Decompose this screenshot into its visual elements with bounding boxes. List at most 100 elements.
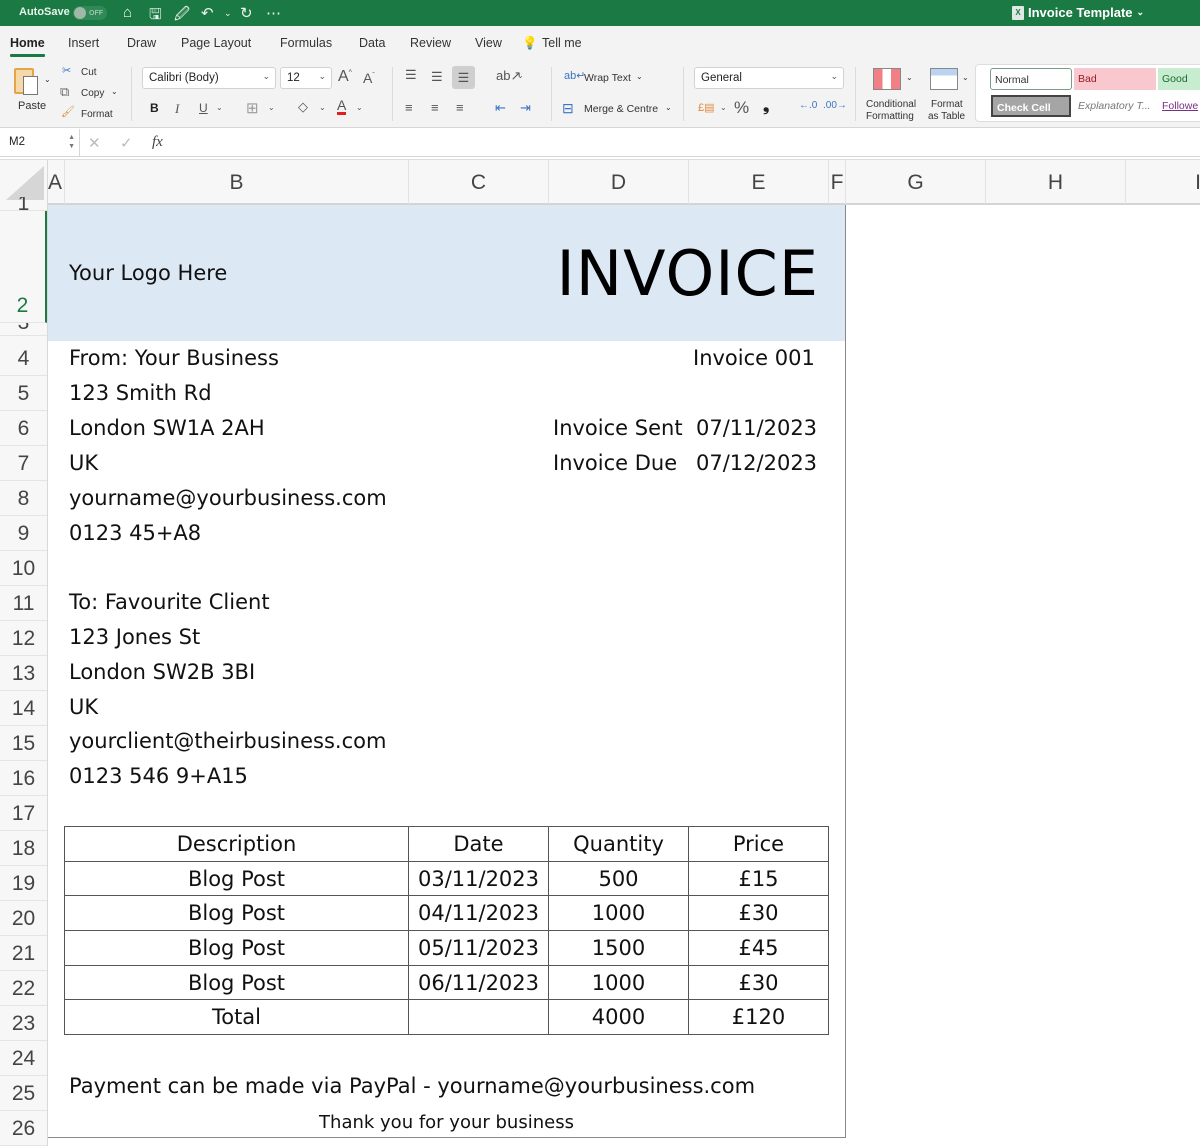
- tell-me-search[interactable]: Tell me: [542, 36, 582, 50]
- name-box[interactable]: M2 ▲ ▼: [0, 129, 80, 157]
- cell-price[interactable]: £30: [688, 895, 829, 932]
- bold-button[interactable]: B: [150, 101, 159, 115]
- cell-quantity[interactable]: 1500: [548, 930, 689, 966]
- tab-insert[interactable]: Insert: [68, 36, 99, 50]
- align-bottom-icon[interactable]: ☰: [452, 66, 475, 89]
- comma-style-button[interactable]: ❟: [763, 98, 769, 116]
- align-top-icon[interactable]: ☰: [405, 67, 417, 83]
- format-as-table-dropdown-icon[interactable]: ⌄: [962, 73, 969, 82]
- merge-centre-button[interactable]: Merge & Centre: [584, 103, 658, 115]
- accounting-dropdown-icon[interactable]: ⌄: [720, 103, 727, 112]
- wrap-text-button[interactable]: Wrap Text: [584, 72, 631, 84]
- row-header-3[interactable]: 3: [0, 323, 47, 336]
- row-header-23[interactable]: 23: [0, 1006, 47, 1041]
- format-as-table-icon[interactable]: [930, 68, 958, 90]
- style-normal[interactable]: Normal: [990, 68, 1072, 90]
- font-color-icon[interactable]: A: [337, 98, 347, 115]
- total-quantity[interactable]: 4000: [548, 999, 689, 1036]
- decrease-indent-icon[interactable]: ⇤: [495, 100, 506, 116]
- from-line-3[interactable]: London SW1A 2AH: [69, 416, 265, 440]
- payment-note[interactable]: Payment can be made via PayPal - yournam…: [69, 1074, 755, 1098]
- row-header-24[interactable]: 24: [0, 1041, 47, 1076]
- font-color-dropdown-icon[interactable]: ⌄: [356, 103, 363, 112]
- paste-button[interactable]: [14, 66, 44, 96]
- cell-description[interactable]: Blog Post: [64, 964, 409, 1001]
- increase-indent-icon[interactable]: ⇥: [520, 100, 531, 116]
- invoice-sent-date[interactable]: 07/11/2023: [696, 416, 817, 440]
- cell-description[interactable]: Blog Post: [64, 860, 409, 897]
- row-header-17[interactable]: 17: [0, 796, 47, 831]
- undo-dropdown-icon[interactable]: ⌄: [224, 8, 232, 19]
- total-date-empty[interactable]: [408, 999, 549, 1036]
- name-box-spinner-icon[interactable]: ▲ ▼: [68, 133, 75, 151]
- copy-button[interactable]: Copy: [81, 88, 104, 99]
- column-header-f[interactable]: F: [829, 160, 846, 204]
- column-header-e[interactable]: E: [689, 160, 829, 204]
- from-line-1[interactable]: From: Your Business: [69, 346, 279, 370]
- row-header-11[interactable]: 11: [0, 586, 47, 621]
- increase-decimal-icon[interactable]: ←.0: [799, 100, 817, 111]
- column-header-i[interactable]: I: [1126, 160, 1200, 204]
- style-followed-hyperlink[interactable]: Followe: [1158, 95, 1200, 117]
- row-header-18[interactable]: 18: [0, 831, 47, 866]
- to-line-6[interactable]: 0123 546 9+A15: [69, 764, 248, 788]
- from-line-5[interactable]: yourname@yourbusiness.com: [69, 486, 387, 510]
- italic-button[interactable]: I: [175, 101, 179, 117]
- total-price[interactable]: £120: [688, 999, 829, 1036]
- borders-dropdown-icon[interactable]: ⌄: [268, 103, 275, 112]
- tab-formulas[interactable]: Formulas: [280, 36, 332, 50]
- row-header-13[interactable]: 13: [0, 656, 47, 691]
- fill-color-icon[interactable]: ◇: [298, 99, 308, 115]
- style-bad[interactable]: Bad: [1074, 68, 1156, 90]
- align-middle-icon[interactable]: ☰: [431, 69, 443, 85]
- decrease-font-icon[interactable]: Aˇ: [363, 70, 375, 86]
- to-line-5[interactable]: yourclient@theirbusiness.com: [69, 729, 386, 753]
- decrease-decimal-icon[interactable]: .00→: [823, 100, 847, 111]
- header-date[interactable]: Date: [408, 826, 549, 862]
- row-header-5[interactable]: 5: [0, 376, 47, 411]
- column-header-g[interactable]: G: [846, 160, 986, 204]
- style-explanatory[interactable]: Explanatory T...: [1074, 95, 1156, 117]
- tab-data[interactable]: Data: [359, 36, 385, 50]
- format-painter-button[interactable]: Format: [81, 109, 113, 120]
- align-center-icon[interactable]: ≡: [431, 100, 439, 115]
- row-header-4[interactable]: 4: [0, 341, 47, 376]
- borders-icon[interactable]: ⊞: [246, 99, 259, 117]
- cell-quantity[interactable]: 1000: [548, 964, 689, 1001]
- to-line-3[interactable]: London SW2B 3BI: [69, 660, 255, 684]
- more-icon[interactable]: ⋯: [266, 4, 281, 22]
- underline-button[interactable]: U: [199, 101, 208, 115]
- cell-date[interactable]: 04/11/2023: [408, 895, 549, 932]
- paste-dropdown-icon[interactable]: ⌄: [44, 75, 51, 84]
- header-quantity[interactable]: Quantity: [548, 826, 689, 862]
- align-right-icon[interactable]: ≡: [456, 100, 464, 115]
- row-header-21[interactable]: 21: [0, 936, 47, 971]
- tab-home[interactable]: Home: [10, 36, 45, 57]
- column-header-a[interactable]: A: [48, 160, 65, 204]
- style-check-cell[interactable]: Check Cell: [991, 95, 1071, 117]
- tab-view[interactable]: View: [475, 36, 502, 50]
- cell-date[interactable]: 06/11/2023: [408, 964, 549, 1001]
- column-header-c[interactable]: C: [409, 160, 549, 204]
- enter-icon[interactable]: ✓: [120, 134, 133, 152]
- orientation-dropdown-icon[interactable]: ⌄: [517, 71, 524, 80]
- function-icon[interactable]: fx: [152, 134, 163, 151]
- tab-review[interactable]: Review: [410, 36, 451, 50]
- cut-button[interactable]: Cut: [81, 67, 97, 78]
- invoice-due-label[interactable]: Invoice Due: [553, 451, 677, 475]
- cell-date[interactable]: 03/11/2023: [408, 860, 549, 897]
- increase-font-icon[interactable]: A^: [338, 68, 352, 86]
- row-header-15[interactable]: 15: [0, 726, 47, 761]
- invoice-sent-label[interactable]: Invoice Sent: [553, 416, 683, 440]
- conditional-formatting-icon[interactable]: [873, 68, 901, 90]
- row-header-16[interactable]: 16: [0, 761, 47, 796]
- cell-price[interactable]: £30: [688, 964, 829, 1001]
- cell-description[interactable]: Blog Post: [64, 895, 409, 932]
- home-icon[interactable]: ⌂: [123, 4, 132, 21]
- font-name-select[interactable]: Calibri (Body) ⌄: [142, 67, 276, 89]
- conditional-formatting-dropdown-icon[interactable]: ⌄: [906, 73, 913, 82]
- accounting-format-icon[interactable]: £▤: [698, 101, 715, 114]
- column-header-h[interactable]: H: [986, 160, 1126, 204]
- wrap-text-dropdown-icon[interactable]: ⌄: [636, 72, 643, 81]
- undo-icon[interactable]: ↶: [201, 4, 214, 22]
